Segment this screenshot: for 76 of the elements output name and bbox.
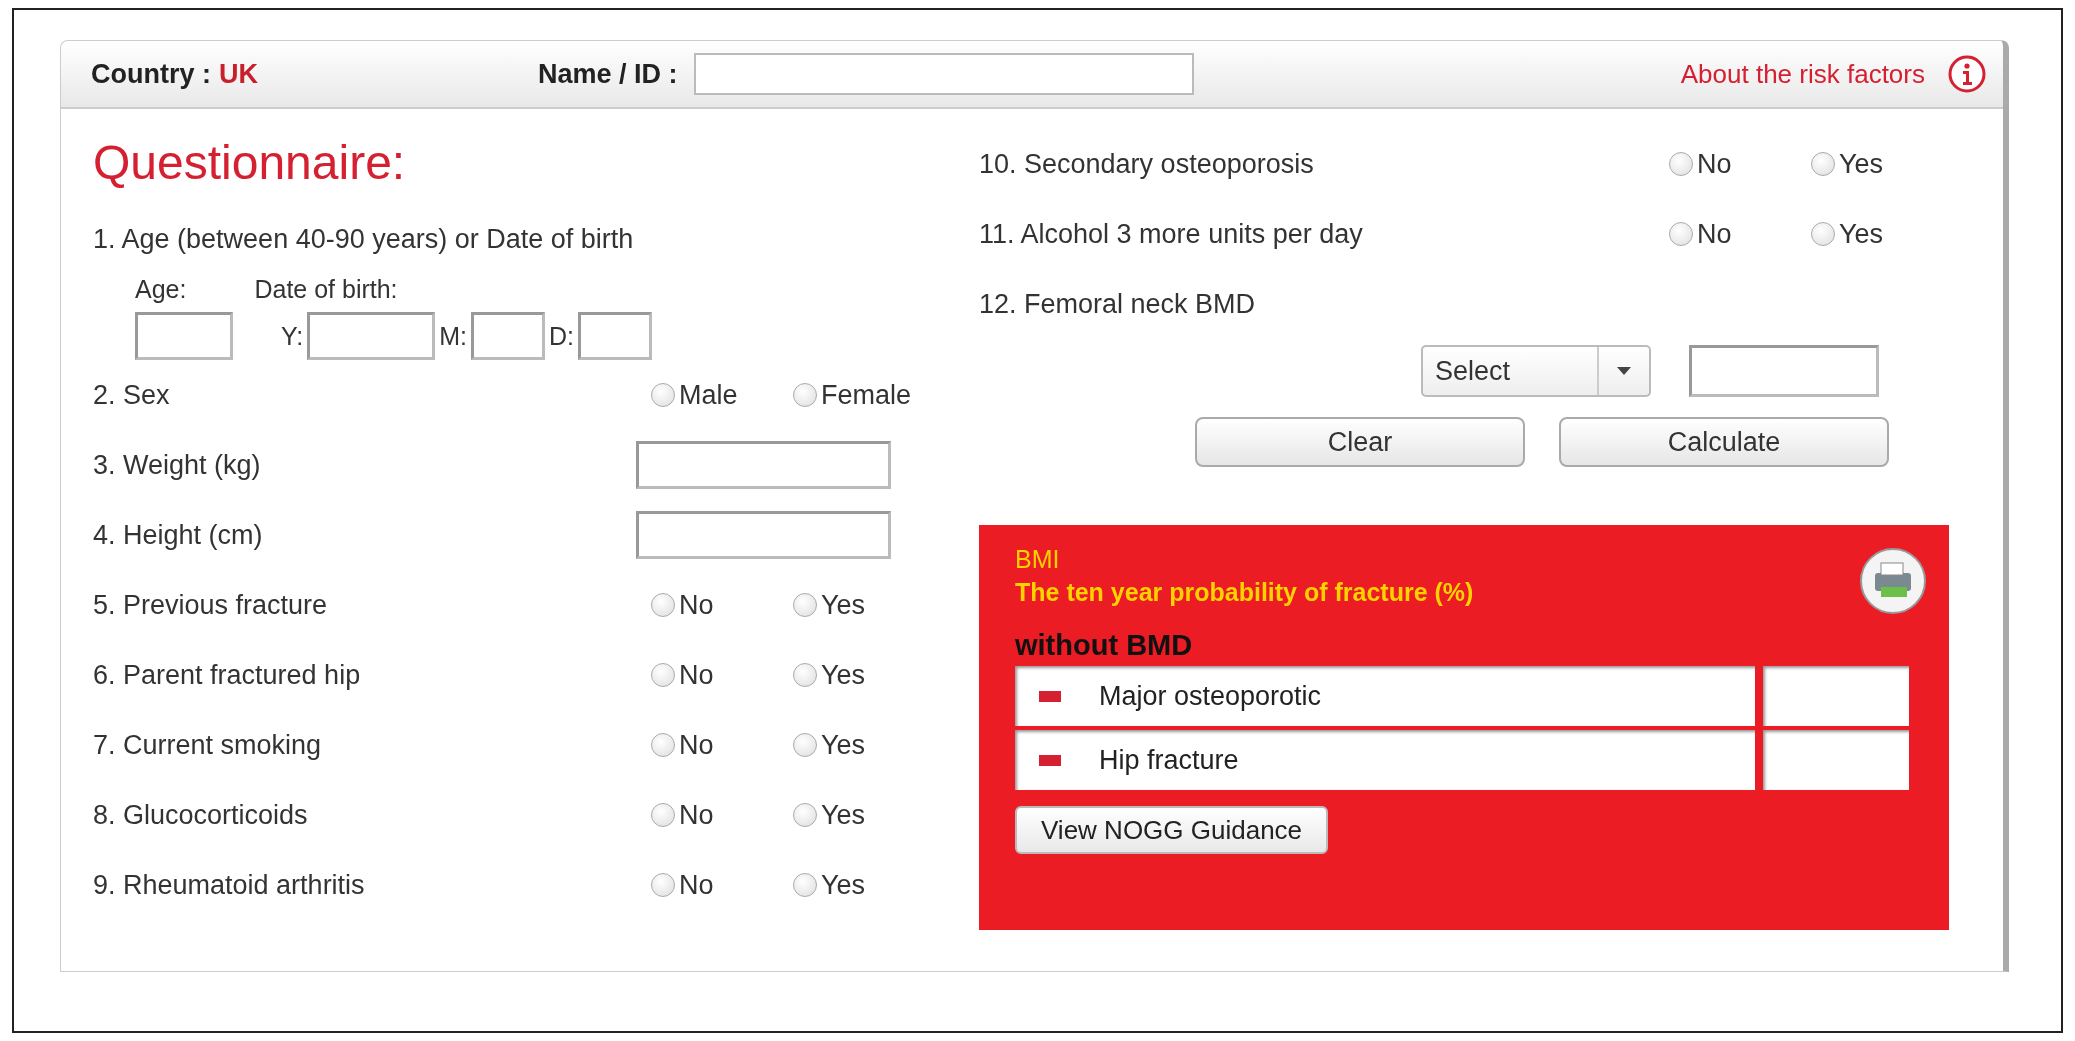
about-link[interactable]: About the risk factors: [1680, 58, 1925, 90]
info-icon[interactable]: [1947, 54, 1987, 94]
question-label: 10. Secondary osteoporosis: [979, 148, 1315, 180]
radio-button[interactable]: [792, 383, 817, 407]
question-label: 3. Weight (kg): [93, 449, 262, 481]
question-label: 2. Sex: [93, 379, 171, 411]
bmd-field[interactable]: [1689, 345, 1879, 397]
input-field[interactable]: [636, 441, 891, 489]
radio-button[interactable]: [1669, 222, 1693, 246]
radio-option[interactable]: Yes: [793, 729, 911, 761]
questionnaire-title: Questionnaire:: [93, 135, 407, 190]
input-field[interactable]: [636, 511, 891, 559]
radio-option[interactable]: No: [651, 729, 769, 761]
radio-button[interactable]: [793, 663, 817, 687]
name-field[interactable]: [693, 53, 1194, 95]
radio-option[interactable]: No: [651, 799, 769, 831]
field-label: D:: [549, 321, 575, 351]
legend-icon: [1039, 754, 1061, 766]
section-heading: without BMD: [1015, 629, 1194, 662]
radio-button[interactable]: [793, 593, 817, 617]
radio-option[interactable]: Male: [650, 379, 769, 411]
action-button[interactable]: Clear: [1195, 417, 1525, 467]
radio-button[interactable]: [651, 733, 675, 757]
radio-option[interactable]: No: [1669, 218, 1787, 250]
date-field[interactable]: [578, 312, 653, 360]
radio-button[interactable]: [793, 733, 817, 757]
guidance-button[interactable]: View NOGG Guidance: [1015, 806, 1329, 854]
radio-button[interactable]: [793, 803, 817, 827]
radio-option[interactable]: Yes: [1811, 218, 1929, 250]
radio-option[interactable]: Yes: [793, 659, 911, 691]
radio-button[interactable]: [650, 383, 675, 407]
bmi-label: BMI: [1015, 545, 1061, 574]
name-label: Name / ID :: [538, 58, 678, 90]
question-label: 12. Femoral neck BMD: [979, 288, 1257, 320]
question-label: 9. Rheumatoid arthritis: [93, 869, 366, 901]
radio-option[interactable]: Yes: [1811, 148, 1929, 180]
radio-button[interactable]: [651, 873, 675, 897]
radio-option[interactable]: Female: [792, 379, 911, 411]
result-label: Hip fracture: [1015, 730, 1755, 790]
action-button[interactable]: Calculate: [1559, 417, 1889, 467]
question-label: 11. Alcohol 3 more units per day: [979, 218, 1364, 250]
caret-icon: [1617, 367, 1631, 375]
radio-button[interactable]: [1669, 152, 1693, 176]
question-label: 5. Previous fracture: [93, 589, 329, 621]
radio-button[interactable]: [1811, 152, 1835, 176]
radio-option[interactable]: Yes: [793, 799, 911, 831]
radio-option[interactable]: No: [651, 589, 769, 621]
radio-button[interactable]: [793, 873, 817, 897]
radio-button[interactable]: [651, 663, 675, 687]
radio-option[interactable]: No: [1669, 148, 1787, 180]
question-label: 8. Glucocorticoids: [93, 799, 309, 831]
field-label: Date of birth:: [254, 275, 398, 304]
radio-button[interactable]: [651, 593, 675, 617]
field-label: Y:: [281, 321, 304, 351]
bmd-select[interactable]: Select: [1421, 345, 1651, 397]
country-value: UK: [219, 58, 258, 90]
question-label: 1. Age (between 40-90 years) or Date of birth: [93, 224, 634, 254]
radio-option[interactable]: No: [651, 869, 769, 901]
date-field[interactable]: [307, 312, 436, 360]
question-label: 6. Parent fractured hip: [93, 659, 362, 691]
age-field[interactable]: [135, 312, 233, 360]
legend-icon: [1039, 690, 1061, 702]
radio-option[interactable]: Yes: [793, 869, 911, 901]
question-label: 7. Current smoking: [93, 729, 323, 761]
question-label: 4. Height (cm): [93, 519, 264, 551]
result-label: Major osteoporotic: [1015, 666, 1755, 726]
radio-option[interactable]: Yes: [793, 589, 911, 621]
date-field[interactable]: [471, 312, 546, 360]
field-label: M:: [439, 321, 468, 351]
country-label: Country :: [91, 58, 211, 90]
printer-icon[interactable]: [1859, 547, 1927, 615]
radio-button[interactable]: [651, 803, 675, 827]
results-subtitle: The ten year probability of fracture (%): [1015, 578, 1475, 607]
radio-option[interactable]: No: [651, 659, 769, 691]
radio-button[interactable]: [1811, 222, 1835, 246]
field-label: Age:: [135, 275, 187, 304]
